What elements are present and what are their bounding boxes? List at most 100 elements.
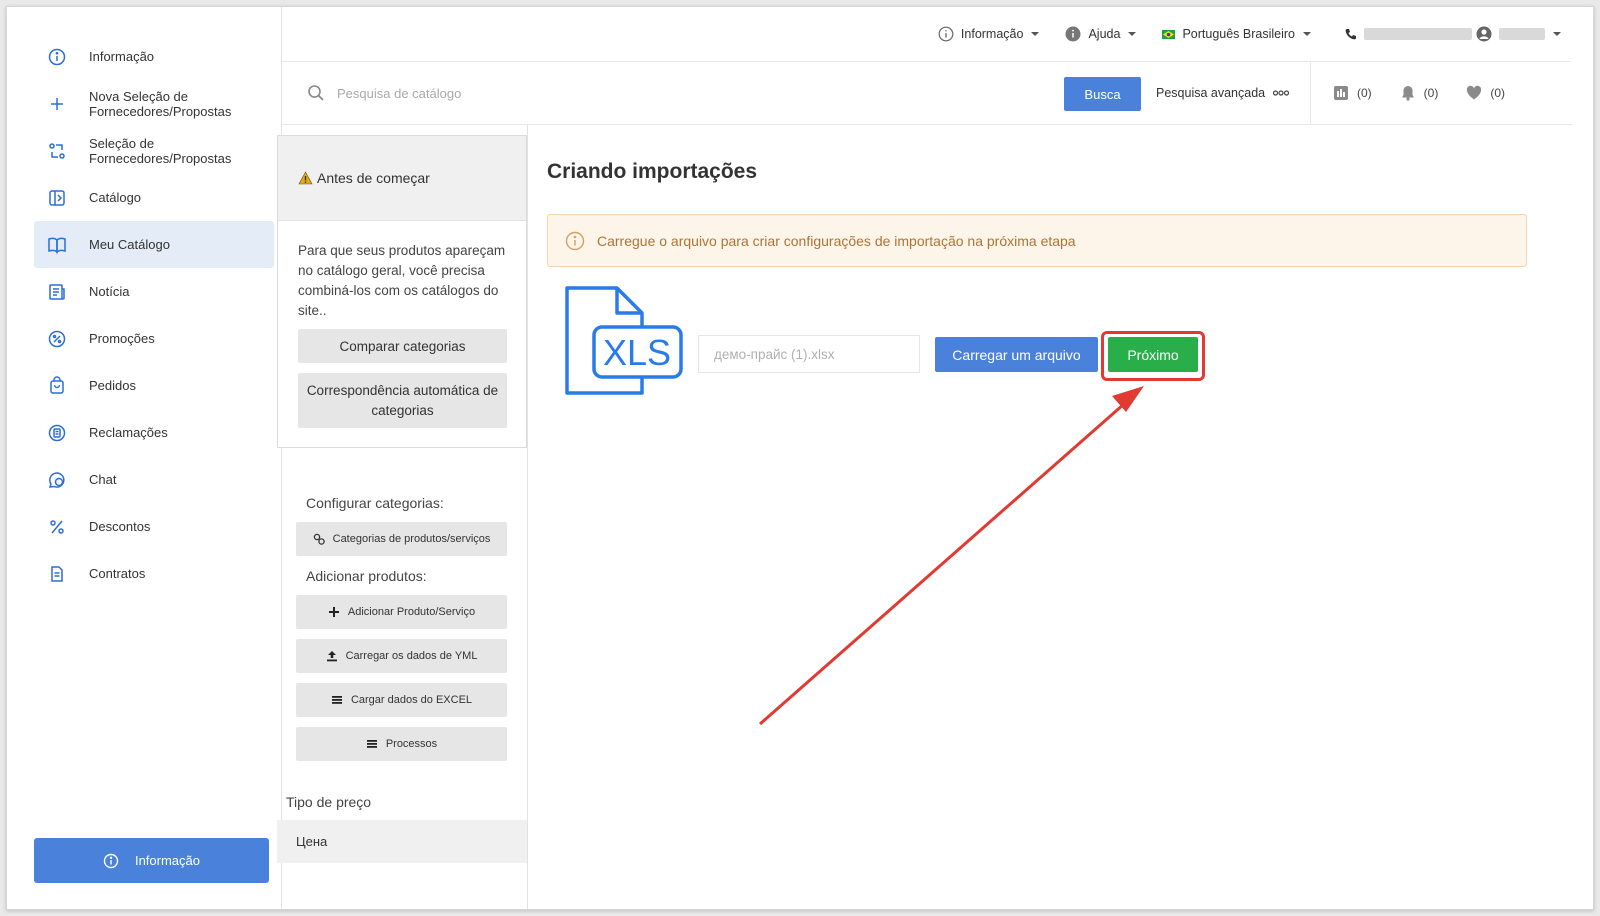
- sidebar-item-informacao[interactable]: Informação: [34, 33, 274, 80]
- exchange-icon: [47, 141, 67, 161]
- sidebar-item-descontos[interactable]: Descontos: [34, 503, 274, 550]
- catalog-icon: [47, 188, 67, 208]
- sidebar-item-label: Notícia: [89, 284, 130, 299]
- favorites-counter[interactable]: (0): [1466, 85, 1505, 101]
- compare-count: (0): [1357, 86, 1372, 100]
- help-menu[interactable]: Ajuda: [1065, 26, 1137, 42]
- xls-file-label: XLS: [603, 332, 671, 373]
- sidebar-item-promocoes[interactable]: Promoções: [34, 315, 274, 362]
- before-start-card: Antes de começar Para que seus produtos …: [277, 135, 527, 448]
- sidebar-item-label: Meu Catálogo: [89, 237, 170, 252]
- heart-icon: [1467, 85, 1482, 100]
- user-name-redacted: [1499, 28, 1545, 40]
- complaint-icon: [47, 423, 67, 443]
- link-icon: [313, 533, 325, 545]
- info-alert: Carregue o arquivo para criar configuraç…: [547, 214, 1527, 267]
- sidebar-item-label: Descontos: [89, 519, 151, 534]
- sidebar-item-chat[interactable]: Chat: [34, 456, 274, 503]
- sidebar-item-meu-catalogo[interactable]: Meu Catálogo: [34, 221, 274, 268]
- counters-bar: (0) (0) (0): [1310, 62, 1572, 125]
- sidebar: Informação Nova Seleção de Fornecedores/…: [7, 7, 282, 909]
- price-type-option[interactable]: Цена: [277, 820, 527, 863]
- sidebar-item-label: Contratos: [89, 566, 146, 581]
- upload-excel-button[interactable]: Cargar dados do EXCEL: [296, 683, 507, 717]
- sidebar-item-selecao[interactable]: Seleção de Fornecedores/Propostas: [34, 127, 274, 174]
- bar-chart-icon: [1334, 86, 1348, 100]
- plus-icon: [328, 607, 339, 617]
- upload-excel-label: Cargar dados do EXCEL: [350, 694, 473, 706]
- sidebar-info-label: Informação: [134, 853, 201, 868]
- upload-file-button[interactable]: Carregar um arquivo: [935, 337, 1098, 372]
- bag-icon: [47, 375, 67, 396]
- chevron-down-icon: [1553, 32, 1561, 36]
- chevron-down-icon: [1128, 32, 1137, 36]
- search-button[interactable]: Busca: [1064, 77, 1141, 111]
- add-product-label: Adicionar Produto/Serviço: [347, 606, 476, 618]
- auto-match-categories-button[interactable]: Correspondência automática de categorias: [298, 373, 507, 428]
- before-start-text: Para que seus produtos apareçam no catál…: [298, 243, 506, 318]
- sidebar-item-noticia[interactable]: Notícia: [34, 268, 274, 315]
- promo-icon: [47, 329, 67, 349]
- upload-yml-label: Carregar os dados de YML: [345, 650, 478, 662]
- selected-file-field[interactable]: демо-прайс (1).xlsx: [698, 335, 920, 373]
- sidebar-item-reclamacoes[interactable]: Reclamações: [34, 409, 274, 456]
- brazil-flag-icon: [1162, 29, 1176, 39]
- info-icon: [47, 47, 67, 67]
- chevron-down-icon: [1031, 32, 1040, 36]
- processes-button[interactable]: Processos: [296, 727, 507, 761]
- info-icon: [565, 231, 585, 250]
- product-categories-button[interactable]: Categorias de produtos/serviços: [296, 522, 507, 556]
- info-icon: [103, 853, 119, 868]
- sidebar-nav: Informação Nova Seleção de Fornecedores/…: [34, 33, 274, 597]
- help-icon: [1065, 26, 1081, 42]
- language-menu[interactable]: Português Brasileiro: [1162, 27, 1311, 41]
- compare-counter[interactable]: (0): [1333, 85, 1372, 101]
- sidebar-item-label: Pedidos: [89, 378, 136, 393]
- sidebar-item-label: Nova Seleção de Fornecedores/Propostas: [89, 88, 232, 119]
- list-icon: [331, 696, 342, 704]
- notifications-count: (0): [1423, 86, 1439, 100]
- app-window: Informação Nova Seleção de Fornecedores/…: [6, 6, 1594, 910]
- sidebar-item-nova-selecao[interactable]: Nova Seleção de Fornecedores/Propostas: [34, 80, 274, 127]
- info-menu-label: Informação: [960, 27, 1024, 41]
- list-icon: [366, 740, 377, 748]
- price-type-label: Tipo de preço: [286, 794, 372, 810]
- advanced-search-label: Pesquisa avançada: [1156, 86, 1266, 100]
- sidebar-item-label: Reclamações: [89, 425, 168, 440]
- compare-categories-button[interactable]: Comparar categorias: [298, 329, 507, 363]
- more-dots-icon: [1273, 90, 1290, 96]
- book-icon: [47, 235, 67, 255]
- configure-categories-label: Configurar categorias:: [306, 495, 444, 511]
- sidebar-item-label: Promoções: [89, 331, 155, 346]
- contract-icon: [47, 564, 67, 584]
- before-start-header: Antes de começar: [278, 136, 526, 221]
- info-icon: [938, 26, 954, 42]
- upload-icon: [326, 651, 337, 662]
- next-button[interactable]: Próximo: [1108, 337, 1198, 372]
- bell-icon: [1401, 86, 1414, 101]
- warning-icon: [298, 171, 313, 185]
- alert-text: Carregue o arquivo para criar configuraç…: [597, 232, 1076, 249]
- plus-icon: [47, 94, 67, 114]
- info-menu[interactable]: Informação: [938, 26, 1040, 42]
- sidebar-info-button[interactable]: Informação: [34, 838, 269, 883]
- sidebar-item-catalogo[interactable]: Catálogo: [34, 174, 274, 221]
- sidebar-item-label: Informação: [89, 49, 155, 64]
- favorites-count: (0): [1490, 86, 1506, 100]
- import-content: Criando importações Carregue o arquivo p…: [527, 125, 1571, 909]
- add-products-label: Adicionar produtos:: [306, 568, 427, 584]
- phone-number-redacted: [1364, 28, 1472, 40]
- search-icon: [308, 85, 324, 101]
- add-product-button[interactable]: Adicionar Produto/Serviço: [296, 595, 507, 629]
- user-menu[interactable]: [1476, 26, 1561, 42]
- upload-yml-button[interactable]: Carregar os dados de YML: [296, 639, 507, 673]
- before-start-title: Antes de começar: [317, 170, 430, 186]
- notifications-counter[interactable]: (0): [1400, 85, 1439, 101]
- user-avatar-icon: [1476, 26, 1492, 42]
- chevron-down-icon: [1303, 32, 1311, 36]
- sidebar-item-contratos[interactable]: Contratos: [34, 550, 274, 597]
- sidebar-item-pedidos[interactable]: Pedidos: [34, 362, 274, 409]
- search-input[interactable]: [337, 82, 937, 104]
- catalog-tools-panel: Antes de começar Para que seus produtos …: [277, 135, 527, 909]
- advanced-search-link[interactable]: Pesquisa avançada: [1156, 86, 1290, 100]
